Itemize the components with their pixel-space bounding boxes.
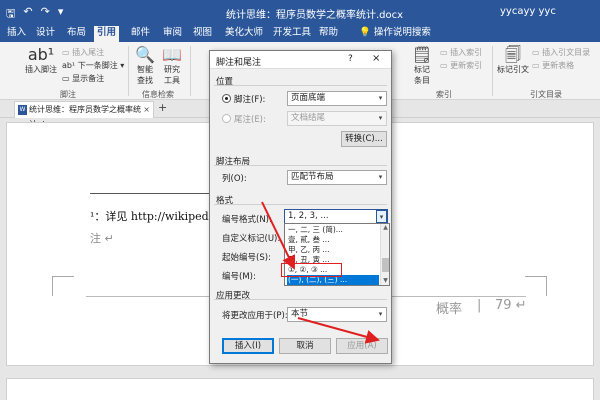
cancel-button[interactable]: 取消: [279, 338, 331, 354]
dialog-titlebar: 脚注和尾注 ? ×: [210, 51, 391, 69]
mark-entry-icon: 🗒: [411, 45, 433, 64]
crop-mark-right: [525, 276, 547, 296]
lightbulb-icon: 💡: [359, 27, 374, 38]
start-at-label: 起始编号(S):: [222, 253, 271, 263]
insert-index-button[interactable]: ▭ 插入索引: [440, 47, 482, 58]
save-icon[interactable]: 🖫: [6, 5, 15, 24]
new-tab-button[interactable]: +: [158, 101, 167, 114]
tell-me-search[interactable]: 💡 操作说明搜索: [356, 26, 434, 42]
footnote-position-select[interactable]: 页面底端 ▾: [287, 91, 387, 106]
divider: [128, 46, 129, 96]
custom-mark-label: 自定义标记(U):: [222, 234, 281, 244]
number-format-option[interactable]: 一, 二, 三 (简)...: [287, 225, 379, 235]
scroll-thumb[interactable]: [382, 258, 389, 272]
close-tab-icon[interactable]: ×: [143, 102, 150, 117]
document-page-next[interactable]: [6, 378, 594, 400]
insert-button[interactable]: 插入(I): [222, 338, 274, 354]
tab-design[interactable]: 设计: [33, 26, 58, 42]
mark-citation-button[interactable]: 🗐 标记引文: [496, 46, 530, 75]
search-icon: 🔍: [135, 45, 155, 64]
research-tool-button[interactable]: 📖 研究 工具: [160, 46, 184, 86]
window-title: 统计思维：程序员数学之概率统计.docx: [226, 10, 404, 21]
help-button[interactable]: ?: [348, 54, 353, 64]
tab-help[interactable]: 帮助: [316, 26, 341, 42]
smart-lookup-button[interactable]: 🔍 智能 查找: [133, 46, 157, 86]
tab-view[interactable]: 视图: [190, 26, 215, 42]
show-notes-button[interactable]: ▭ 显示备注: [62, 73, 104, 84]
citation-group-label: 引文目录: [530, 90, 562, 99]
footnote-group-label: 脚注: [60, 90, 76, 99]
dropdown-scrollbar[interactable]: ▲ ▼: [380, 224, 389, 285]
document-tab[interactable]: W 统计思维：程序员数学之概率统计.docx ×: [14, 101, 154, 129]
insert-table-of-authorities-button[interactable]: ▭ 插入引文目录: [532, 47, 590, 58]
redo-icon[interactable]: ↷: [41, 5, 50, 24]
footnote-endnote-dialog: 脚注和尾注 ? × 位置 脚注(F): 页面底端 ▾ 尾注(E): 文档结尾 ▾ 转…: [209, 50, 392, 364]
quick-access-toolbar: 🖫 ↶ ↷ ▾: [6, 5, 63, 24]
update-index-button[interactable]: ▭ 更新索引: [440, 60, 482, 71]
footnote-radio[interactable]: [222, 94, 231, 103]
footnote-note: 注 ↵: [90, 232, 114, 245]
chevron-down-icon: ▾: [378, 94, 383, 102]
scroll-down-icon[interactable]: ▼: [381, 277, 390, 284]
apply-to-label: 将更改应用于(P):: [222, 311, 288, 321]
tab-references[interactable]: 引用: [94, 26, 120, 42]
footnote-label: 脚注(F):: [234, 95, 266, 105]
number-format-label: 编号格式(N):: [222, 215, 272, 225]
undo-icon[interactable]: ↶: [23, 5, 32, 24]
customize-qat-icon[interactable]: ▾: [58, 5, 64, 24]
number-format-option[interactable]: 甲, 乙, 丙 ...: [287, 245, 379, 255]
endnote-label: 尾注(E):: [234, 115, 266, 125]
dialog-title: 脚注和尾注: [216, 58, 262, 68]
chevron-down-icon: ▾: [376, 210, 387, 223]
update-table-button[interactable]: ▭ 更新表格: [532, 60, 574, 71]
index-group-label: 索引: [436, 90, 452, 99]
next-footnote-button[interactable]: ab¹ 下一条脚注 ▾: [62, 60, 124, 71]
convert-button[interactable]: 转换(C)...: [341, 131, 387, 147]
tab-beautify[interactable]: 美化大师: [222, 26, 266, 42]
divider: [492, 46, 493, 96]
chevron-down-icon: ▾: [378, 114, 383, 122]
tab-review[interactable]: 审阅: [160, 26, 185, 42]
crop-mark-left: [52, 276, 74, 296]
number-format-option[interactable]: 壹, 貳, 叁 ...: [287, 235, 379, 245]
columns-label: 列(O):: [222, 174, 247, 184]
ribbon-tabs: 插入 设计 布局 引用 邮件 审阅 视图 美化大师 开发工具 帮助 💡 操作说明…: [0, 24, 600, 42]
user-name[interactable]: yycayy yyc: [500, 6, 556, 17]
footer-title: 概率: [436, 302, 463, 317]
divider: [214, 85, 387, 86]
annotation-highlight-box: [281, 263, 342, 277]
insert-endnote-button[interactable]: ▭ 插入尾注: [62, 47, 104, 58]
footnote-separator: [90, 193, 220, 194]
tab-mailings[interactable]: 邮件: [128, 26, 153, 42]
columns-select[interactable]: 匹配节布局 ▾: [287, 170, 387, 185]
footnote-icon: ab¹: [27, 45, 55, 64]
word-doc-icon: W: [18, 105, 27, 115]
tab-insert[interactable]: 插入: [4, 26, 29, 42]
numbering-label: 编号(M):: [222, 272, 256, 282]
endnote-position-select[interactable]: 文档结尾 ▾: [287, 111, 387, 126]
mark-citation-icon: 🗐: [505, 45, 521, 64]
scroll-up-icon[interactable]: ▲: [381, 224, 390, 231]
tab-layout[interactable]: 布局: [64, 26, 89, 42]
page-number: 79 ↵: [495, 298, 527, 313]
book-icon: 📖: [162, 45, 182, 64]
mark-entry-button[interactable]: 🗒 标记 条目: [408, 46, 436, 86]
endnote-radio[interactable]: [222, 114, 231, 123]
number-format-select[interactable]: 1, 2, 3, ... ▾: [284, 209, 388, 224]
chevron-down-icon: ▾: [378, 310, 383, 318]
chevron-down-icon: ▾: [378, 173, 383, 181]
apply-button[interactable]: 应用(A): [336, 338, 388, 354]
close-button[interactable]: ×: [372, 53, 380, 64]
footer-separator: |: [477, 298, 482, 313]
divider: [190, 46, 191, 96]
insert-footnote-button[interactable]: ab¹ 插入脚注: [22, 46, 60, 75]
tab-developer[interactable]: 开发工具: [270, 26, 314, 42]
apply-to-select[interactable]: 本节 ▾: [287, 307, 387, 322]
title-bar: 🖫 ↶ ↷ ▾ 统计思维：程序员数学之概率统计.docx yycayy yyc: [0, 0, 600, 24]
info-group-label: 信息检索: [142, 90, 174, 99]
divider: [214, 299, 387, 300]
divider: [214, 165, 387, 166]
divider: [214, 204, 387, 205]
